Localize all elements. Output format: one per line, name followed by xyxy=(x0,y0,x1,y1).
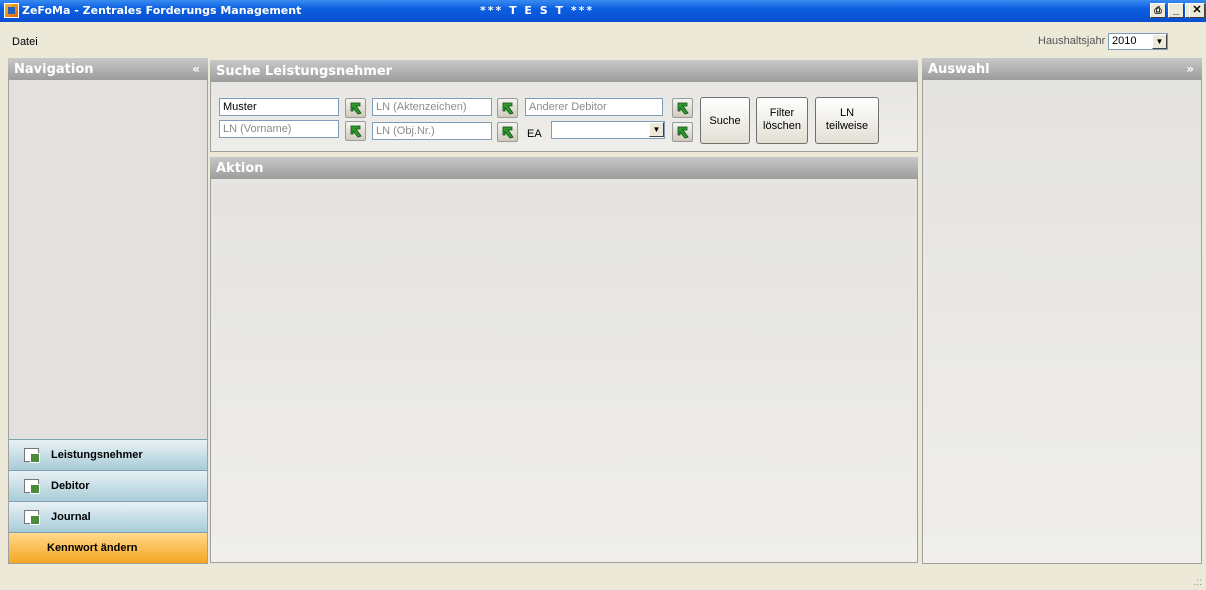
ln-label-line1: LN xyxy=(839,107,855,119)
ea-label: EA xyxy=(527,128,542,140)
haushaltsjahr-select[interactable]: 2010 ▼ xyxy=(1108,33,1168,50)
nav-item-label: Leistungsnehmer xyxy=(51,449,143,461)
apply-green-icon[interactable] xyxy=(345,98,366,118)
nav-item-leistungsnehmer[interactable]: Leistungsnehmer xyxy=(9,439,207,470)
apply-green-icon[interactable] xyxy=(497,98,518,118)
status-bar: .:: xyxy=(0,568,1206,590)
filter-label-line2: löschen xyxy=(763,120,801,132)
apply-green-icon[interactable] xyxy=(672,122,693,142)
auswahl-panel xyxy=(922,58,1202,564)
filter-label-line1: Filter xyxy=(769,107,795,119)
apply-green-icon[interactable] xyxy=(345,121,366,141)
window-title: ZeFoMa - Zentrales Forderungs Management xyxy=(22,4,302,17)
menu-bar xyxy=(0,22,1206,56)
app-icon xyxy=(4,3,19,18)
nav-item-debitor[interactable]: Debitor xyxy=(9,470,207,501)
form-add-icon xyxy=(24,448,40,463)
chevron-down-icon[interactable]: ▼ xyxy=(1152,34,1167,49)
apply-green-icon[interactable] xyxy=(497,122,518,142)
ea-select[interactable]: ▼ xyxy=(551,121,665,139)
auswahl-header: Auswahl » xyxy=(922,58,1202,80)
haushaltsjahr-label: Haushaltsjahr xyxy=(1038,35,1106,47)
aktion-title: Aktion xyxy=(216,161,264,176)
vorname-field[interactable]: LN (Vorname) xyxy=(219,120,339,138)
suche-button[interactable]: Suche xyxy=(700,97,750,144)
ln-label-line2: teilweise xyxy=(825,120,869,132)
objnr-field[interactable]: LN (Obj.Nr.) xyxy=(372,122,492,140)
auswahl-title: Auswahl xyxy=(928,62,990,77)
aktion-panel xyxy=(210,157,918,563)
apply-green-icon[interactable] xyxy=(672,98,693,118)
filter-loeschen-button[interactable]: Filter löschen xyxy=(756,97,808,144)
aktenzeichen-field[interactable]: LN (Aktenzeichen) xyxy=(372,98,492,116)
nav-item-kennwort-aendern[interactable]: Kennwort ändern xyxy=(9,532,207,563)
nav-item-journal[interactable]: Journal xyxy=(9,501,207,532)
environment-label: *** T E S T *** xyxy=(480,4,595,17)
nav-item-label: Journal xyxy=(51,511,91,523)
resize-grip-icon[interactable]: .:: xyxy=(1194,577,1202,588)
menu-file[interactable]: Datei xyxy=(12,36,38,48)
close-icon[interactable]: ✕ xyxy=(1189,3,1205,18)
search-header: Suche Leistungsnehmer xyxy=(210,60,918,82)
minimize-icon[interactable]: _ xyxy=(1168,3,1184,18)
chevron-down-icon[interactable]: ▼ xyxy=(649,122,664,137)
search-title: Suche Leistungsnehmer xyxy=(216,64,393,79)
navigation-header: Navigation « xyxy=(8,58,208,80)
print-icon[interactable]: ⎙ xyxy=(1150,3,1166,18)
aktion-header: Aktion xyxy=(210,157,918,179)
nav-item-label: Debitor xyxy=(51,480,90,492)
nav-item-label: Kennwort ändern xyxy=(47,542,138,554)
suche-label: Suche xyxy=(709,115,741,127)
form-add-icon xyxy=(24,510,40,525)
haushaltsjahr-value: 2010 xyxy=(1112,35,1137,47)
form-add-icon xyxy=(24,479,40,494)
ln-teilweise-button[interactable]: LN teilweise xyxy=(815,97,879,144)
expand-icon[interactable]: » xyxy=(1186,62,1194,76)
debitor-field[interactable]: Anderer Debitor xyxy=(525,98,663,116)
navigation-title: Navigation xyxy=(14,62,94,77)
collapse-icon[interactable]: « xyxy=(192,62,200,76)
window-titlebar[interactable]: ZeFoMa - Zentrales Forderungs Management… xyxy=(0,0,1206,22)
name-field[interactable]: Muster xyxy=(219,98,339,116)
